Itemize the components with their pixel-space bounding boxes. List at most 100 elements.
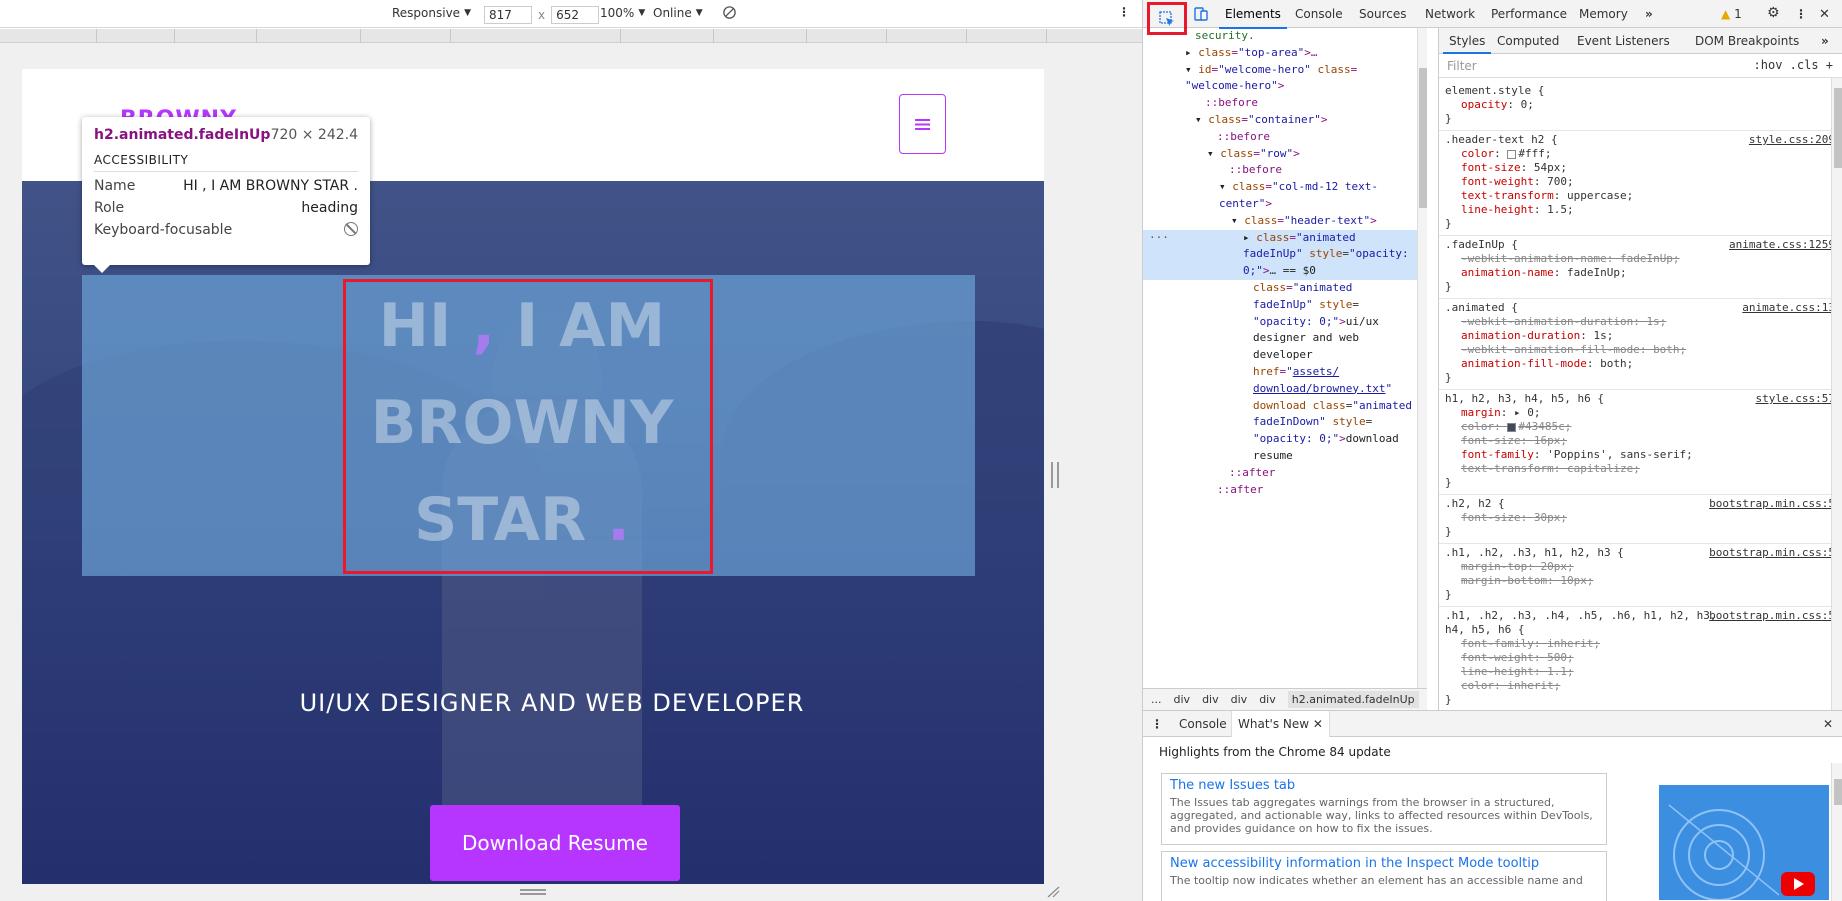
drawer-tab-console[interactable]: Console (1179, 717, 1227, 731)
dom-node-line[interactable]: 0;">… == $0 (1143, 263, 1417, 280)
tab-event-listeners[interactable]: Event Listeners (1577, 34, 1670, 48)
dom-scrollbar[interactable] (1417, 28, 1427, 688)
hamburger-menu-button[interactable]: ≡ (899, 94, 946, 154)
dom-node-line[interactable]: developer (1143, 347, 1417, 364)
tab-memory[interactable]: Memory (1579, 7, 1628, 21)
tab-console[interactable]: Console (1295, 7, 1343, 21)
css-declaration[interactable]: font-size: 30px; (1445, 511, 1837, 525)
css-declaration[interactable]: color: #fff; (1445, 147, 1837, 161)
tab-styles[interactable]: Styles (1442, 34, 1492, 54)
css-source-link[interactable]: animate.css:1259 (1729, 238, 1835, 252)
dom-node-line[interactable]: ▸ class="top-area">… (1143, 45, 1417, 62)
css-declaration[interactable]: margin-bottom: 10px; (1445, 574, 1837, 588)
dom-node-line[interactable]: fadeInUp" style="opacity: (1143, 246, 1417, 264)
close-tab-icon[interactable]: ✕ (1313, 717, 1323, 731)
dom-node-line[interactable]: designer and web (1143, 330, 1417, 347)
resize-handle-bottom[interactable] (520, 889, 546, 895)
color-swatch[interactable] (1507, 149, 1517, 159)
css-rule[interactable]: .fadeInUp {animate.css:1259 -webkit-anima… (1439, 236, 1842, 299)
breadcrumb-item[interactable]: div (1259, 693, 1276, 706)
dom-node-line[interactable]: ▾ class="header-text"> (1143, 213, 1417, 230)
resize-handle-right[interactable] (1051, 462, 1059, 488)
css-source-link[interactable]: animate.css:13 (1742, 301, 1835, 315)
css-source-link[interactable]: style.css:57 (1756, 392, 1835, 406)
css-declaration[interactable]: font-family: inherit; (1445, 637, 1837, 651)
css-rule[interactable]: .header-text h2 {style.css:209 color: #ff… (1439, 131, 1842, 236)
device-toggle-icon[interactable] (1193, 6, 1209, 25)
dom-node-line[interactable]: ::before (1143, 162, 1417, 179)
tab-sources[interactable]: Sources (1359, 7, 1406, 21)
zoom-select[interactable]: 100% ▼ (600, 6, 645, 20)
download-resume-button[interactable]: Download Resume (430, 805, 680, 881)
more-tabs-button[interactable]: » (1645, 7, 1653, 21)
breadcrumb-item[interactable]: ... (1151, 693, 1162, 706)
dom-node-line[interactable]: ::after (1143, 482, 1417, 499)
css-declaration[interactable]: font-family: 'Poppins', sans-serif; (1445, 448, 1837, 462)
dom-node-line[interactable]: class="animated (1143, 280, 1417, 297)
warnings-indicator[interactable]: ▲ 1 (1721, 7, 1742, 21)
css-declaration[interactable]: margin-top: 20px; (1445, 560, 1837, 574)
css-declaration[interactable]: color: #43485c; (1445, 420, 1837, 434)
height-input[interactable] (551, 6, 600, 24)
breadcrumb-item[interactable]: div (1231, 693, 1248, 706)
css-declaration[interactable]: line-height: 1.1; (1445, 665, 1837, 679)
dom-node-line[interactable]: fadeInUp" style= (1143, 297, 1417, 314)
resize-handle-corner[interactable] (1046, 886, 1060, 898)
close-drawer-icon[interactable]: ✕ (1823, 717, 1833, 731)
settings-gear-icon[interactable]: ⚙ (1767, 5, 1780, 21)
css-source-link[interactable]: bootstrap.min.css:5 (1709, 497, 1835, 511)
css-source-link[interactable]: bootstrap.min.css:5 (1709, 546, 1835, 560)
css-declaration[interactable]: animation-name: fadeInUp; (1445, 266, 1837, 280)
css-rule[interactable]: h1, h2, h3, h4, h5, h6 {style.css:57 marg… (1439, 390, 1842, 495)
css-source-link[interactable]: style.css:209 (1749, 133, 1835, 147)
css-declaration[interactable]: font-weight: 500; (1445, 651, 1837, 665)
css-declaration[interactable]: -webkit-animation-duration: 1s; (1445, 315, 1837, 329)
breadcrumb-item[interactable]: div (1174, 693, 1191, 706)
css-declaration[interactable]: font-size: 54px; (1445, 161, 1837, 175)
css-declaration[interactable]: text-transform: capitalize; (1445, 462, 1837, 476)
dom-node-line[interactable]: href="assets/ (1143, 364, 1417, 381)
dom-node-line[interactable]: ::before (1143, 95, 1417, 112)
drawer-scrollbar[interactable] (1831, 763, 1842, 901)
network-select[interactable]: Online ▼ (653, 6, 703, 20)
tab-elements[interactable]: Elements (1219, 7, 1287, 29)
whats-new-video-thumbnail[interactable] (1659, 785, 1829, 900)
css-rule[interactable]: .animated {animate.css:13 -webkit-animati… (1439, 299, 1842, 390)
dom-node-line[interactable]: "opacity: 0;">download (1143, 431, 1417, 448)
whats-new-item-title[interactable]: The new Issues tab (1170, 778, 1598, 793)
css-rule[interactable]: .h1, .h2, .h3, .h4, .h5, .h6, h1, h2, h3… (1439, 607, 1842, 712)
dom-node-line[interactable]: ::after (1143, 465, 1417, 482)
rotate-icon[interactable] (722, 5, 737, 20)
breadcrumb-item-active[interactable]: h2.animated.fadeInUp (1287, 691, 1419, 708)
dom-node-line[interactable]: resume (1143, 448, 1417, 465)
css-declaration[interactable]: opacity: 0; (1445, 98, 1837, 112)
dom-node-line[interactable]: download class="animated (1143, 398, 1417, 415)
dom-node-line[interactable]: security. (1143, 28, 1417, 45)
dom-node-line[interactable]: ▾ class="row"> (1143, 146, 1417, 163)
youtube-play-icon[interactable] (1781, 872, 1815, 896)
css-declaration[interactable]: -webkit-animation-fill-mode: both; (1445, 343, 1837, 357)
dom-tree[interactable]: security. ▸ class="top-area">… ▾ id="welco… (1143, 28, 1417, 688)
css-declaration[interactable]: animation-fill-mode: both; (1445, 357, 1837, 371)
drawer-tab-whats-new[interactable]: What's New ✕ (1231, 711, 1330, 737)
dom-node-line[interactable]: ::before (1143, 129, 1417, 146)
device-select[interactable]: Responsive ▼ (392, 6, 471, 20)
dom-node-line[interactable]: download/browney.txt" (1143, 381, 1417, 398)
css-declaration[interactable]: font-weight: 700; (1445, 175, 1837, 189)
styles-scrollbar[interactable] (1831, 78, 1842, 710)
dom-node-line[interactable]: ▾ class="col-md-12 text- (1143, 179, 1417, 196)
color-swatch[interactable] (1507, 422, 1517, 432)
dom-node-line[interactable]: center"> (1143, 196, 1417, 213)
width-input[interactable] (484, 6, 532, 24)
styles-filter-input[interactable]: Filter (1447, 59, 1477, 73)
drawer-menu-icon[interactable]: ⋮ (1151, 717, 1163, 731)
close-devtools-icon[interactable]: ✕ (1819, 7, 1830, 22)
devtools-menu-icon[interactable]: ⋮ (1795, 7, 1807, 21)
whats-new-item[interactable]: New accessibility information in the Ins… (1161, 851, 1607, 901)
css-declaration[interactable]: color: inherit; (1445, 679, 1837, 693)
dom-node-line[interactable]: fadeInDown" style= (1143, 414, 1417, 431)
tab-computed[interactable]: Computed (1497, 34, 1559, 48)
kebab-menu-icon[interactable]: ⋮ (1118, 5, 1130, 19)
tab-dom-breakpoints[interactable]: DOM Breakpoints (1695, 34, 1799, 48)
css-declaration[interactable]: font-size: 16px; (1445, 434, 1837, 448)
